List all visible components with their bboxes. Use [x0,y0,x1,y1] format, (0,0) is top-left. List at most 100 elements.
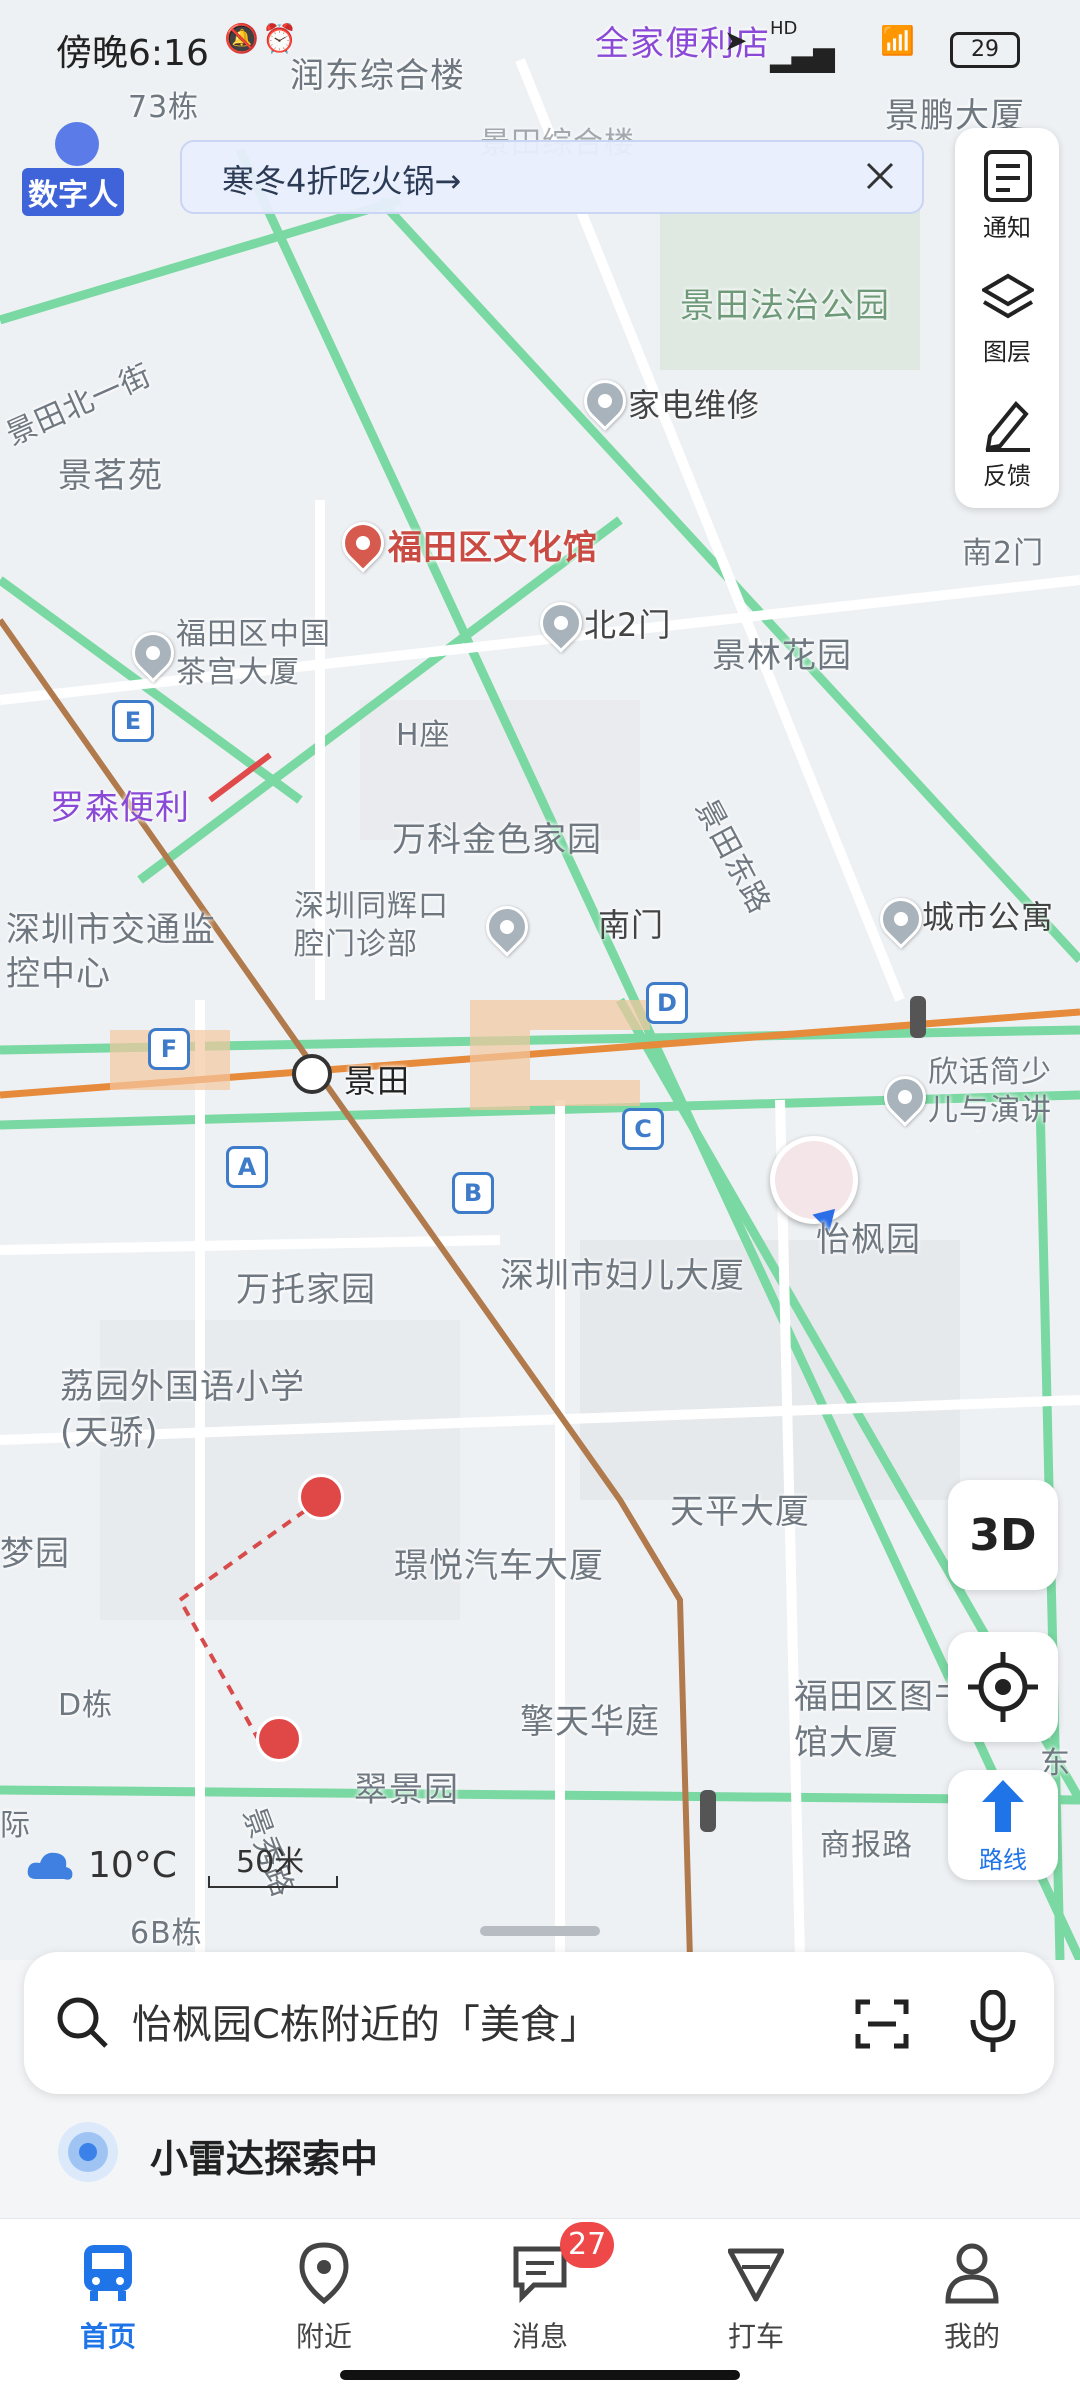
map-label-auto-building: 璟悦汽车大厦 [394,1546,604,1586]
map-label-traffic-center: 深圳市交通监控中心 [6,910,216,994]
target-icon [968,1652,1038,1722]
map-label-vanke: 万科金色家园 [392,820,602,860]
map-label-qingtian: 擎天华庭 [520,1702,660,1742]
tab-home[interactable]: 首页 [0,2219,216,2379]
network-type: HD [770,18,798,39]
metro-exit-c: C [622,1108,664,1150]
notice-label: 通知 [983,214,1031,242]
status-time: 傍晚6:16 [56,33,209,74]
map-label-h-block: H座 [396,718,451,753]
map-label-yifeng: 怡枫园 [816,1220,921,1260]
message-count-badge: 27 [560,2222,615,2268]
3d-toggle-button[interactable]: 3D [948,1480,1058,1590]
map-label-appliance-repair[interactable]: 家电维修 [628,380,760,426]
metro-exit-e: E [112,700,154,742]
map-tools-panel: 通知 图层 反馈 [955,128,1059,508]
route-arrow-icon [982,1780,1024,1832]
traffic-light-icon [910,996,926,1038]
search-icon [57,1997,108,2048]
edit-icon [985,401,1030,452]
search-bar[interactable]: 怡枫园C栋附近的「美食」 [24,1952,1054,2094]
map-label-north-gate-2[interactable]: 北2门 [584,600,671,646]
map-label-school: 荔园外国语小学(天骄) [60,1367,305,1453]
map-label-city-apartment[interactable]: 城市公寓 [922,892,1054,938]
no-entry-icon [298,1474,344,1520]
map-label-shangbao-road: 商报路 [820,1828,913,1863]
radar-row[interactable]: 小雷达探索中 [0,2110,1080,2210]
no-entry-icon [256,1716,302,1762]
location-pin-icon [299,2242,349,2305]
user-location-avatar[interactable] [770,1136,858,1224]
map-label-d-block: D栋 [58,1688,114,1723]
tab-taxi-label: 打车 [727,2320,784,2353]
status-bar: 傍晚6:16 🔕 ⏰ ➤ HD ▂▄▆ 📶 29 [0,0,1080,96]
feedback-button[interactable]: 反馈 [955,382,1059,502]
cloud-icon [27,1852,73,1880]
promo-text[interactable]: 寒冬4折吃火锅→ [222,156,461,202]
promo-banner[interactable]: 寒冬4折吃火锅→ [180,140,924,214]
weather-widget[interactable]: 10°C [26,1845,177,1889]
map-label-women-children: 深圳市妇儿大厦 [500,1256,745,1296]
alarm-icon: ⏰ [262,22,297,55]
metro-exit-b: B [452,1172,494,1214]
radar-icon [58,2122,118,2182]
tab-profile[interactable]: 我的 [864,2219,1080,2379]
map-label-tea-palace[interactable]: 福田区中国茶宫大厦 [176,616,356,692]
notice-button[interactable]: 通知 [955,134,1059,254]
battery-icon: 29 [950,32,1020,68]
tab-home-label: 首页 [79,2320,136,2353]
digital-human-label[interactable]: 数字人 [22,168,124,216]
route-label: 路线 [979,1846,1027,1874]
tab-nearby[interactable]: 附近 [216,2219,432,2379]
bus-icon [84,2245,132,2301]
location-arrow-icon: ➤ [724,24,748,57]
map-label-jingmingyuan: 景茗苑 [58,456,163,496]
profile-icon [945,2243,999,2304]
tab-taxi[interactable]: 打车 [648,2219,864,2379]
traffic-light-icon [700,1790,716,1832]
map-label-south-gate-2: 南2门 [962,536,1045,571]
search-input[interactable]: 怡枫园C栋附近的「美食」 [132,1992,600,2050]
tab-profile-label: 我的 [943,2320,1000,2353]
map-label-edge: 际 [0,1808,31,1843]
route-button[interactable]: 路线 [948,1770,1058,1880]
map-label-menyuan: 梦园 [0,1534,70,1574]
map-canvas[interactable]: 全家便利店 73栋 润东综合楼 景鹏大厦 景田综合楼 景田法治公园 家电维修 景… [0,0,1080,1960]
feedback-label: 反馈 [983,462,1031,490]
layers-button[interactable]: 图层 [955,258,1059,378]
radar-text: 小雷达探索中 [150,2137,379,2181]
map-label-eloquence-school[interactable]: 欣话简少儿与演讲口才 [928,1054,1080,1132]
layers-icon [982,273,1034,319]
close-icon[interactable] [860,156,900,196]
scale-bar [208,1876,338,1888]
map-label-jinglin: 景林花园 [712,636,852,676]
tab-messages-label: 消息 [511,2320,568,2353]
home-indicator[interactable] [340,2370,740,2380]
tab-messages[interactable]: 消息 [432,2219,648,2379]
locate-me-button[interactable] [948,1632,1058,1742]
map-label-station[interactable]: 景田 [344,1056,410,1102]
notice-icon [984,150,1032,202]
map-label-south-gate[interactable]: 南门 [598,900,664,946]
metro-exit-a: A [226,1146,268,1188]
signal-icon: ▂▄▆ [770,40,835,73]
map-label-tianping: 天平大厦 [670,1492,810,1532]
map-label-library: 福田区图书馆大厦 [794,1677,969,1763]
scale-label: 50米 [236,1845,305,1880]
3d-label: 3D [969,1510,1037,1561]
map-label-wantuo: 万托家园 [236,1270,376,1310]
sheet-drag-handle[interactable] [480,1926,600,1936]
metro-station-icon[interactable] [292,1054,332,1094]
mute-bell-icon: 🔕 [224,22,259,55]
map-label-fazhi-park[interactable]: 景田法治公园 [680,278,890,327]
map-label-lawson[interactable]: 罗森便利 [50,780,190,829]
metro-exit-d: D [646,982,688,1024]
scan-icon[interactable] [854,1996,910,2052]
map-label-cuijing: 翠景园 [354,1770,459,1810]
taxi-icon [728,2248,784,2302]
map-label-dental-clinic[interactable]: 深圳同辉口腔门诊部 [294,888,474,964]
map-label-culture-center[interactable]: 福田区文化馆 [388,520,598,569]
layers-label: 图层 [983,338,1031,366]
metro-exit-f: F [148,1028,190,1070]
microphone-icon[interactable] [968,1990,1018,2054]
